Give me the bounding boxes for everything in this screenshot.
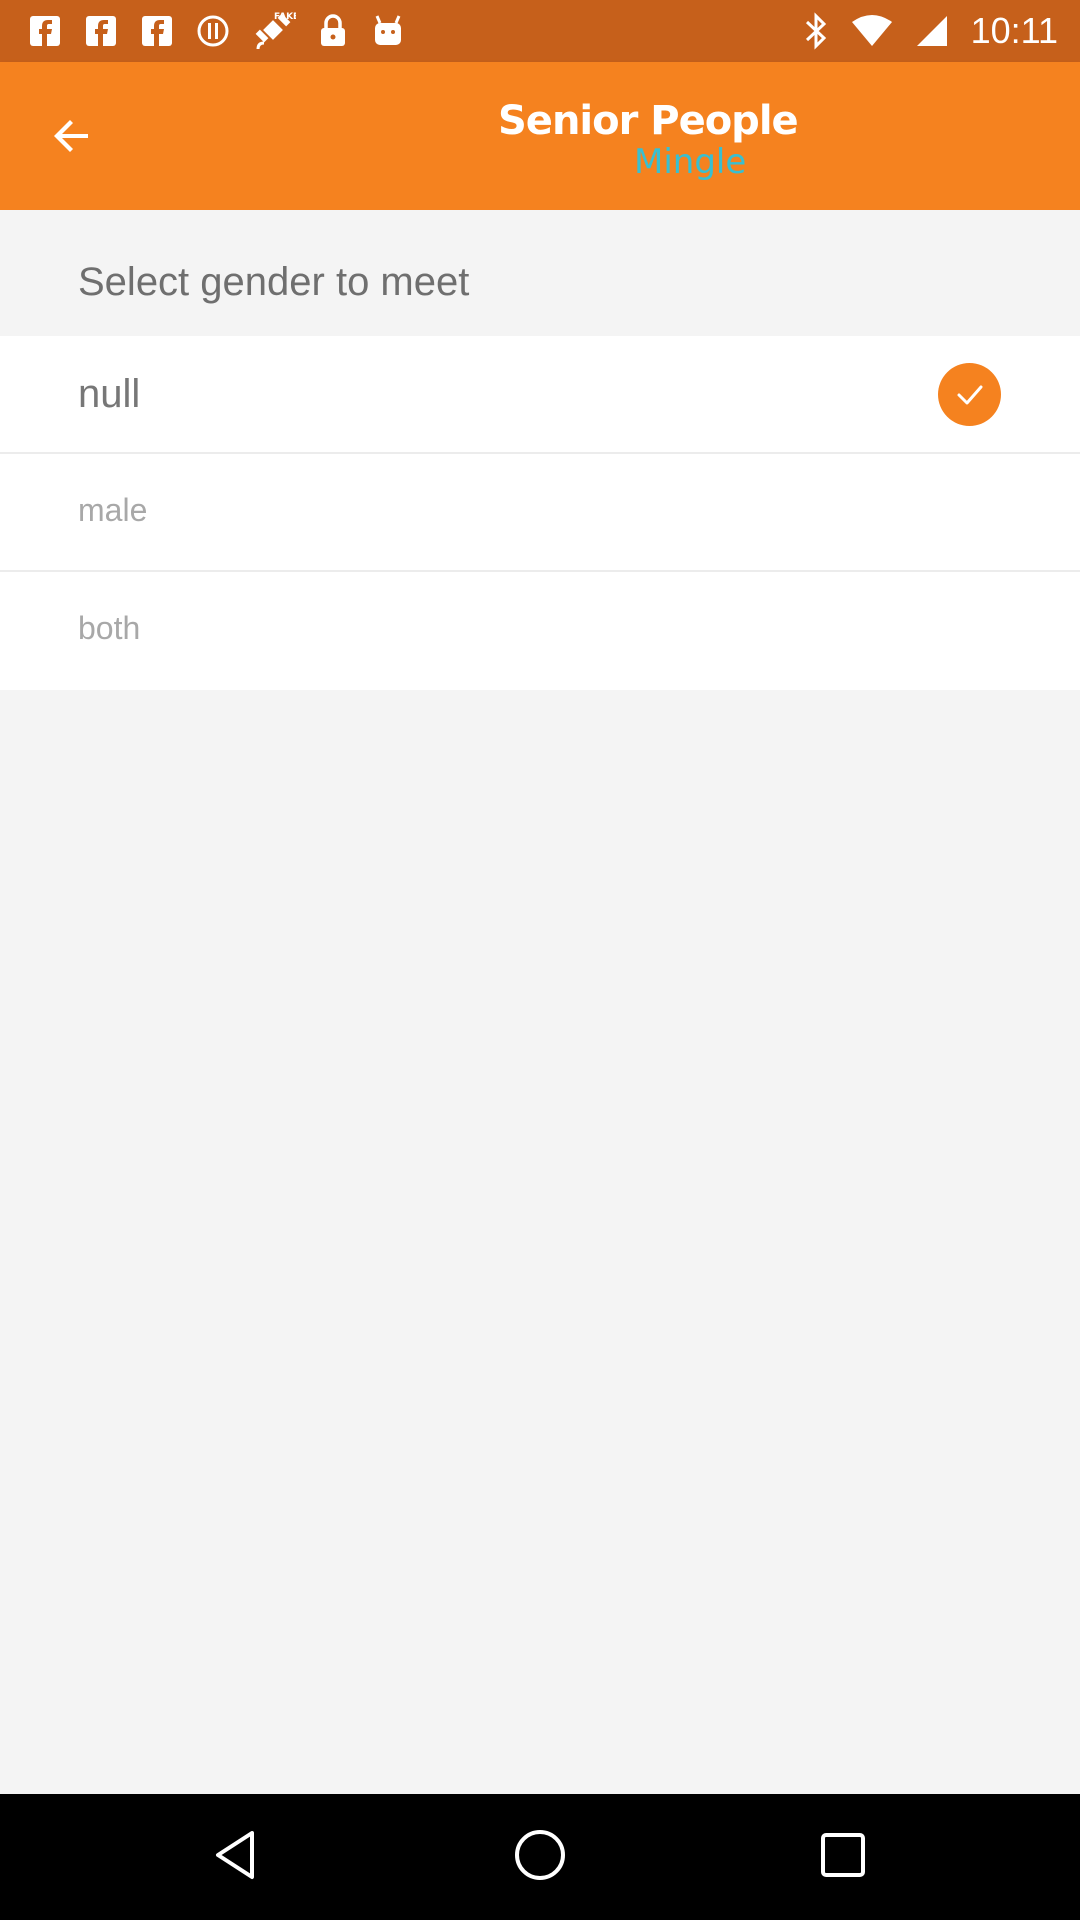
status-bar: FAKE 10:11: [0, 0, 1080, 62]
lock-icon: [318, 14, 348, 48]
app-bar: Senior People Mingle: [0, 62, 1080, 210]
arrow-back-icon: [48, 112, 96, 165]
android-icon: [370, 13, 406, 49]
status-time: 10:11: [970, 10, 1058, 51]
app-logo: Senior People Mingle: [498, 98, 799, 182]
option-label: male: [78, 492, 148, 528]
facebook-icon: [28, 14, 62, 48]
signal-icon: [915, 14, 949, 48]
status-bar-notifications: FAKE: [28, 0, 406, 62]
option-label: both: [78, 610, 141, 646]
fake-gps-icon: FAKE: [252, 9, 296, 53]
back-button[interactable]: [36, 102, 108, 174]
nav-recents-button[interactable]: [807, 1821, 879, 1893]
section-header: Select gender to meet: [0, 210, 1080, 336]
gender-option-null[interactable]: null: [0, 336, 1080, 454]
page-title: Select gender to meet: [78, 260, 470, 304]
logo-text-secondary: Mingle: [634, 142, 747, 182]
recents-square-icon: [815, 1827, 871, 1888]
nav-home-button[interactable]: [504, 1821, 576, 1893]
gender-option-both[interactable]: both: [0, 572, 1080, 690]
system-nav-bar: [0, 1794, 1080, 1920]
logo-text-primary: Senior People: [498, 98, 799, 144]
gender-option-male[interactable]: male: [0, 454, 1080, 572]
status-bar-system: 10:11: [803, 0, 1058, 62]
option-label: null: [78, 372, 141, 416]
bluetooth-icon: [803, 12, 829, 50]
home-circle-icon: [512, 1827, 568, 1888]
gender-option-list: null male both: [0, 336, 1080, 690]
check-icon: [938, 363, 1001, 426]
back-triangle-icon: [208, 1827, 264, 1888]
facebook-icon: [84, 14, 118, 48]
nav-back-button[interactable]: [200, 1821, 272, 1893]
facebook-icon: [140, 14, 174, 48]
alert-icon: [196, 14, 230, 48]
svg-text:FAKE: FAKE: [274, 12, 296, 22]
wifi-icon: [851, 14, 893, 48]
